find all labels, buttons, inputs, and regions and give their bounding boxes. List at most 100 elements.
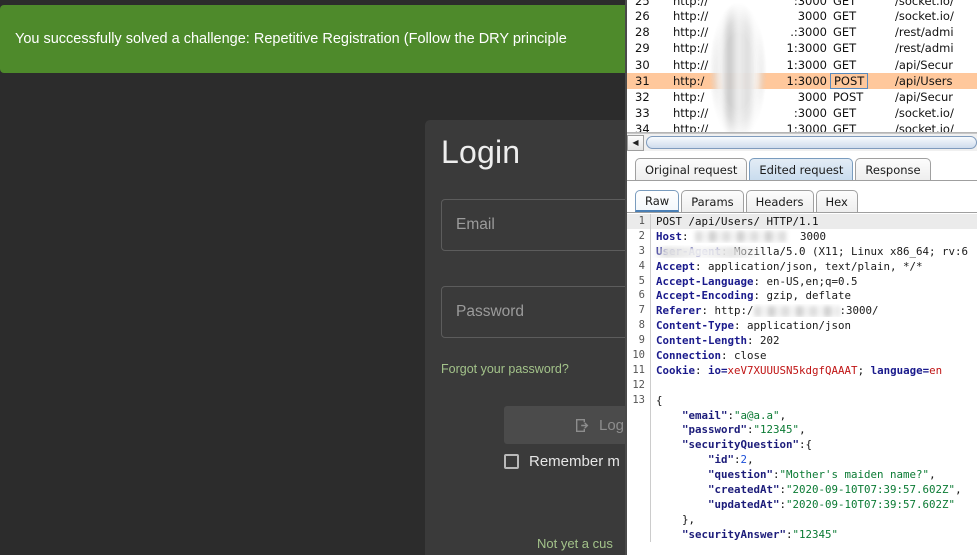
request-line: 1 POST /api/Users/ HTTP/1.1 [627, 214, 977, 229]
line-text: Referer: http:/:3000/ [656, 304, 879, 318]
row-method: GET [833, 25, 857, 40]
line-text: Content-Type: application/json [656, 319, 852, 333]
tab-raw[interactable]: Raw [635, 190, 680, 212]
row-path: /socket.io/ [895, 0, 954, 8]
table-row[interactable]: 25 http://:3000 GET/socket.io/ [627, 0, 977, 8]
table-row[interactable]: 26 http://3000 GET/socket.io/ [627, 8, 977, 24]
request-response-tabs[interactable]: Original request Edited request Response [627, 153, 977, 181]
remember-me-checkbox[interactable] [504, 454, 519, 469]
burp-suite-window: 2 5 http://:3000 GET/socket.io/26 http://300… [625, 0, 977, 555]
row-host: http://3000 [673, 9, 827, 24]
table-row[interactable]: 31 http:/1:3000 POST/api/Users [627, 72, 977, 89]
line-text: POST /api/Users/ HTTP/1.1 [656, 214, 819, 228]
line-number: 4 [627, 258, 651, 274]
request-line: 12 [627, 377, 977, 393]
line-text: Cookie: io=xeV7XUUUSN5kdgfQAAAT; languag… [656, 363, 943, 377]
line-number: 9 [627, 333, 651, 349]
horizontal-scrollbar[interactable]: ◀ [627, 133, 977, 151]
request-line: 6 Accept-Encoding: gzip, deflate [627, 288, 977, 304]
line-number: 2 [627, 228, 651, 244]
row-method: GET [833, 106, 857, 121]
tab-headers[interactable]: Headers [745, 190, 814, 212]
tab-params[interactable]: Params [681, 190, 744, 212]
row-method: GET [833, 41, 857, 56]
request-line: }, [627, 511, 977, 527]
tab-response[interactable]: Response [855, 158, 931, 180]
table-row[interactable]: 29 http://1:3000 GET/rest/admi [627, 40, 977, 56]
remember-me-label: Remember m [529, 453, 620, 470]
row-index: 26 [635, 9, 650, 24]
table-row[interactable]: 34 http://1:3000 GET/socket.io/ [627, 121, 977, 132]
line-number [627, 496, 651, 512]
request-line: 10 Connection: close [627, 348, 977, 363]
row-index: 28 [635, 25, 650, 40]
request-line: 13 { [627, 392, 977, 408]
request-line: "securityAnswer":"12345" [627, 526, 977, 542]
line-text: "updatedAt":"2020-09-10T07:39:57.602Z" [708, 497, 956, 511]
line-number: 6 [627, 288, 651, 304]
request-line: "email":"a@a.a", [627, 407, 977, 423]
line-number: 3 [627, 243, 651, 259]
line-number [627, 407, 651, 423]
line-number [627, 452, 651, 468]
raw-request-editor[interactable]: 1POST /api/Users/ HTTP/1.12Host: 30003Us… [627, 214, 977, 555]
row-method: POST [833, 90, 864, 105]
password-placeholder: Password [456, 303, 525, 320]
message-view-tabs[interactable]: Raw Params Headers Hex [627, 187, 977, 213]
line-text: "createdAt":"2020-09-10T07:39:57.602Z", [708, 482, 962, 496]
line-number: 11 [627, 362, 651, 378]
row-method: GET [833, 57, 857, 72]
line-number [627, 422, 651, 438]
line-text: "securityAnswer":"12345" [682, 527, 839, 541]
login-arrow-icon [574, 417, 591, 434]
request-line: 11 Cookie: io=xeV7XUUUSN5kdgfQAAAT; langu… [627, 362, 977, 378]
row-path: /rest/admi [895, 25, 954, 40]
line-number [627, 467, 651, 483]
scrollbar-thumb[interactable] [646, 136, 977, 149]
row-method: GET [833, 0, 857, 8]
tab-original-request[interactable]: Original request [635, 158, 748, 180]
line-text: Accept-Language: en-US,en;q=0.5 [656, 274, 858, 288]
scroll-left-arrow-icon[interactable]: ◀ [627, 134, 644, 151]
request-line: 9 Content-Length: 202 [627, 333, 977, 349]
table-row[interactable]: 30 http://1:3000 GET/api/Secur [627, 57, 977, 73]
request-line: 8 Content-Type: application/json [627, 318, 977, 334]
line-text: "id":2, [708, 453, 754, 467]
forgot-password-link[interactable]: Forgot your password? [441, 362, 569, 376]
table-row[interactable]: 33 http://:3000 GET/socket.io/ [627, 105, 977, 121]
row-path: /api/Users [895, 73, 953, 88]
row-host: http://:3000 [673, 106, 827, 121]
line-text: "email":"a@a.a", [682, 408, 787, 422]
request-line: 3User-Agent: Mozilla/5.0 (X11; Linux x86… [627, 243, 977, 259]
request-line: "securityQuestion":{ [627, 437, 977, 453]
row-host: http:/1:3000 [673, 73, 827, 88]
remember-me-row[interactable]: Remember m [504, 453, 620, 470]
proxy-history-table[interactable]: 25 http://:3000 GET/socket.io/26 http://300… [627, 0, 977, 133]
row-host: http://1:3000 [673, 57, 827, 72]
login-button-label: Log [598, 416, 625, 434]
request-line: 4 Accept: application/json, text/plain, *… [627, 258, 977, 274]
line-number: 13 [627, 392, 651, 408]
request-line: 7 Referer: http:/:3000/ [627, 303, 977, 319]
line-text: "securityQuestion":{ [682, 438, 813, 452]
table-row[interactable]: 32 http:/3000 POST/api/Secur [627, 89, 977, 105]
line-number [627, 437, 651, 453]
request-line: "password":"12345", [627, 422, 977, 438]
row-host: http://:3000 [673, 0, 827, 8]
line-number: 5 [627, 273, 651, 289]
request-line: 2 Host: 3000 [627, 228, 977, 244]
row-method: POST [830, 72, 895, 89]
success-snackbar[interactable]: You successfully solved a challenge: Rep… [0, 5, 632, 73]
not-yet-customer-link[interactable]: Not yet a cus [537, 536, 613, 551]
line-text: User-Agent: Mozilla/5.0 (X11; Linux x86_… [651, 245, 977, 258]
line-text: Accept-Encoding: gzip, deflate [656, 289, 852, 303]
row-path: /api/Secur [895, 57, 954, 72]
request-line: "id":2, [627, 452, 977, 468]
table-row[interactable]: 28 http://.:3000 GET/rest/admi [627, 24, 977, 40]
tab-hex[interactable]: Hex [815, 190, 858, 212]
row-index: 30 [635, 57, 650, 72]
tab-edited-request[interactable]: Edited request [749, 158, 854, 180]
line-text: "question":"Mother's maiden name?", [708, 468, 936, 482]
request-line: 5 Accept-Language: en-US,en;q=0.5 [627, 273, 977, 289]
line-text: Host: 3000 [656, 229, 827, 243]
